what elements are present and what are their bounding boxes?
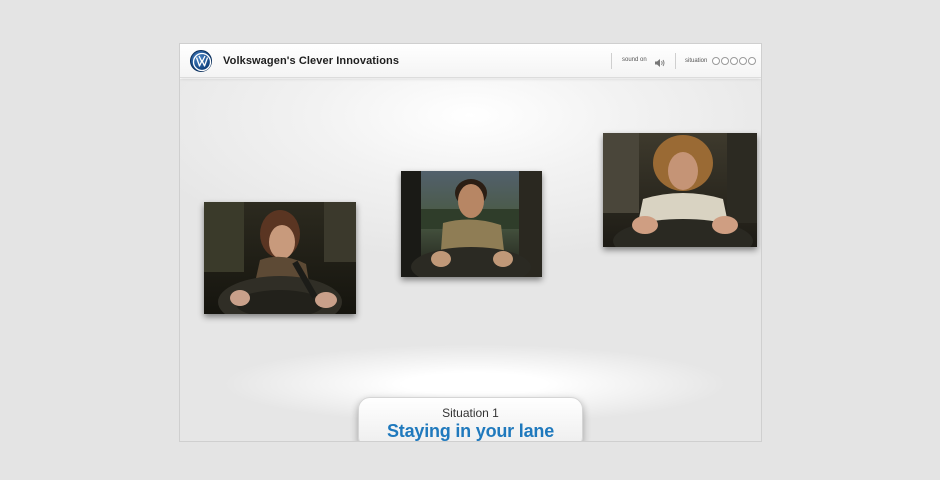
app-title: Volkswagen's Clever Innovations — [223, 55, 400, 67]
man-driver-photo[interactable] — [401, 171, 542, 277]
woman-driver-photo[interactable] — [204, 202, 356, 314]
situation-dot-1[interactable] — [712, 57, 720, 65]
situation-dot-2[interactable] — [721, 57, 729, 65]
vw-logo-icon[interactable] — [190, 50, 212, 72]
stage-area: Situation 1 Staying in your lane — [180, 79, 761, 441]
header-divider — [675, 53, 676, 69]
header-divider — [611, 53, 612, 69]
situation-title: Staying in your lane — [386, 421, 555, 441]
situation-dots — [712, 57, 756, 65]
sound-toggle-label[interactable]: sound on — [622, 57, 647, 63]
speaker-icon[interactable] — [654, 55, 666, 73]
header-bar: Volkswagen's Clever Innovations sound on… — [180, 44, 761, 78]
situation-caption[interactable]: Situation 1 Staying in your lane — [358, 397, 583, 441]
situation-label: situation — [685, 58, 708, 64]
situation-dot-4[interactable] — [739, 57, 747, 65]
situation-dot-3[interactable] — [730, 57, 738, 65]
situation-number: Situation 1 — [442, 406, 499, 420]
situation-dot-5[interactable] — [748, 57, 756, 65]
man-driver-curly-photo[interactable] — [603, 133, 757, 247]
app-frame: Volkswagen's Clever Innovations sound on… — [179, 43, 762, 442]
